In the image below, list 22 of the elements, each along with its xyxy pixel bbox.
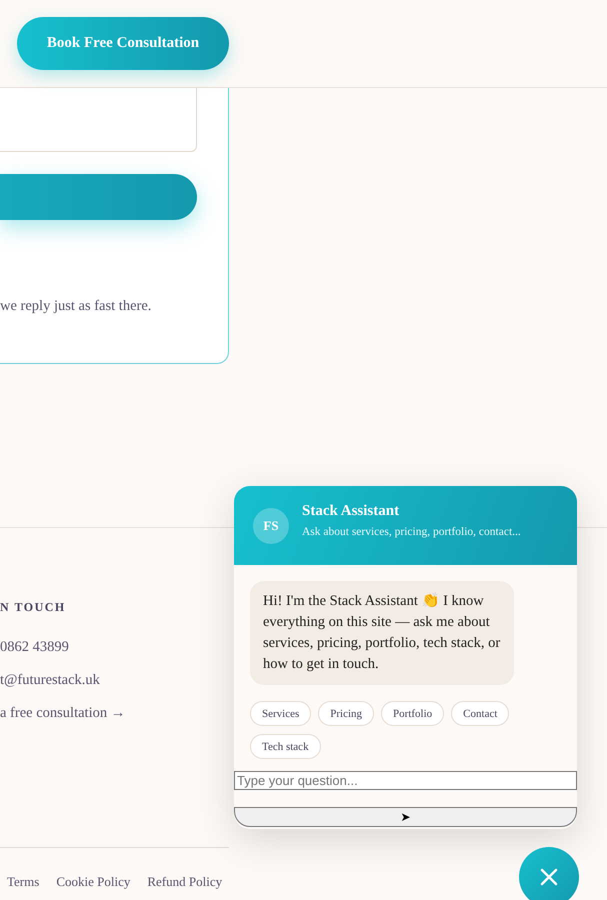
legal-link[interactable]: Refund Policy xyxy=(147,874,222,890)
suggestion-chip[interactable]: Services xyxy=(250,701,312,726)
question-input[interactable]: Type your question... xyxy=(234,771,577,790)
submit-button[interactable] xyxy=(0,174,197,220)
send-button[interactable]: ➤ xyxy=(234,807,577,827)
suggestion-chip[interactable]: Contact xyxy=(451,701,510,726)
contact-note: we reply just as fast there. xyxy=(0,298,152,315)
close-icon xyxy=(540,868,558,886)
footer-contact-link[interactable]: t@futurestack.uk xyxy=(0,672,100,689)
footer-contact-link[interactable]: a free consultation → xyxy=(0,705,126,722)
chat-toggle-button[interactable] xyxy=(519,847,579,900)
suggestion-chip[interactable]: Pricing xyxy=(318,701,374,726)
legal-link[interactable]: Cookie Policy xyxy=(56,874,130,890)
footer-heading: N TOUCH xyxy=(0,600,66,615)
chat-title: Stack Assistant xyxy=(302,503,400,520)
chat-message: Hi! I'm the Stack Assistant 👏 I know everything on this site — ask me about services, pricing, portfolio, tech stack, or how to get in touch. xyxy=(250,581,514,685)
assistant-avatar: FS xyxy=(253,508,289,544)
chat-subtitle: Ask about services, pricing, portfolio, contact... xyxy=(302,526,521,538)
suggestion-chip[interactable]: Portfolio xyxy=(381,701,444,726)
footer-contact-link[interactable]: 0862 43899 xyxy=(0,639,69,656)
suggestion-chip[interactable]: Tech stack xyxy=(250,734,321,759)
legal-link[interactable]: Terms xyxy=(7,874,40,890)
